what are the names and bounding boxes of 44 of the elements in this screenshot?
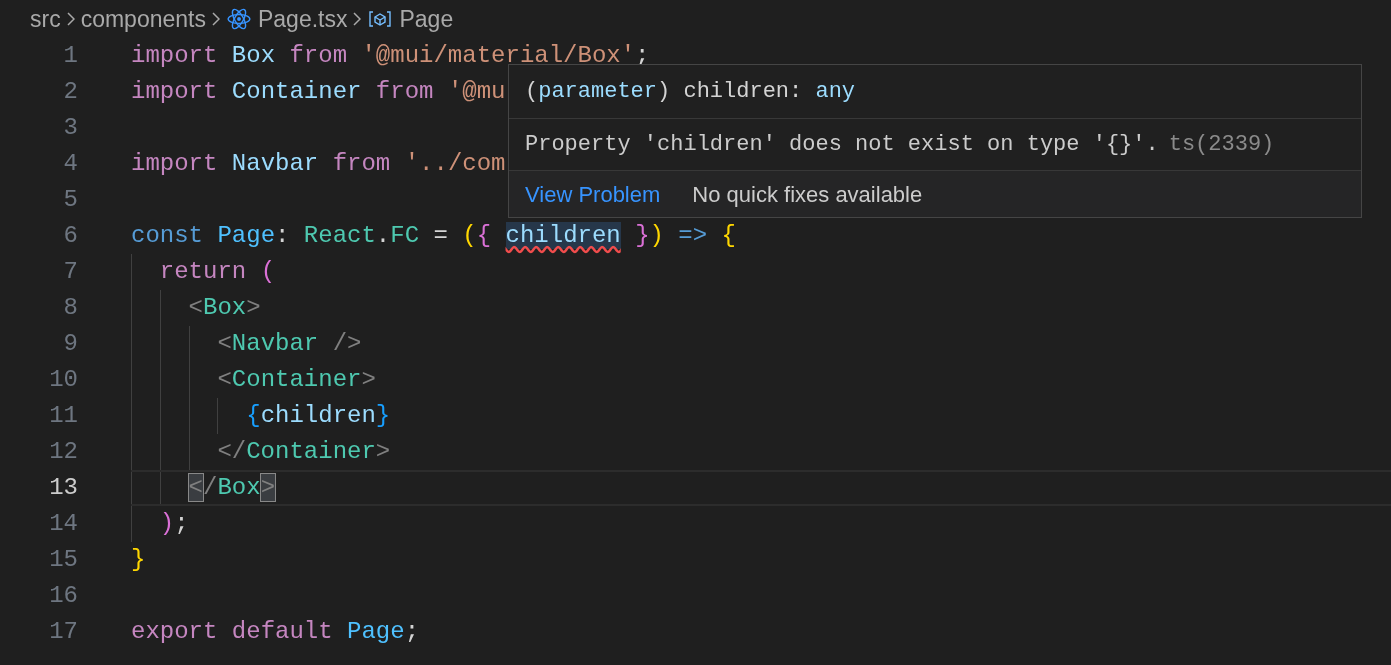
line-number: 3 [62,113,78,143]
code-line: <Container> [216,365,376,395]
type-signature: (parameter) children: any [525,78,856,106]
error-code: ts(2339) [1168,131,1275,159]
code-line: <Box> [187,293,261,323]
line-number: 17 [48,617,78,647]
line-number: 14 [48,509,78,539]
chevron-right-icon [212,12,220,26]
code-line: import Navbar from '../com [131,149,506,179]
quick-fix-note: No quick fixes available [692,180,923,209]
code-line: <Navbar /> [216,329,362,359]
chevron-right-icon [66,12,75,26]
code-line: {children} [245,401,391,431]
line-number: 12 [48,437,78,467]
error-message: Property 'children' does not exist on type '{}'. [525,131,1159,159]
code-line: import Container from '@mu [131,77,506,107]
line-number: 6 [62,221,78,251]
line-number: 13 [48,473,78,503]
line-number: 8 [62,293,78,323]
breadcrumb-item[interactable]: Page [399,1,454,37]
line-number: 11 [48,401,78,431]
code-line: return ( [158,257,276,287]
code-line: </Container> [216,437,391,467]
code-line: </Box> [187,473,276,503]
symbol-variable-icon [367,9,394,29]
view-problem-link[interactable]: View Problem [525,177,661,211]
code-line: } [131,545,146,575]
line-number: 7 [62,257,78,287]
line-number: 16 [48,581,78,611]
line-number: 1 [62,41,78,71]
chevron-right-icon [353,12,362,26]
code-line: const Page: React.FC = ({ children }) => { [131,221,736,251]
line-number: 10 [48,365,78,395]
line-number: 9 [62,329,78,359]
code-line: export default Page; [131,617,420,647]
code-line: ); [158,509,189,539]
breadcrumb-item[interactable]: Page.tsx [258,1,348,37]
line-number: 5 [62,185,78,215]
breadcrumb-item[interactable]: src [30,1,61,37]
breadcrumb-item[interactable]: components [80,1,206,37]
line-number: 15 [48,545,78,575]
line-number: 4 [62,149,78,179]
line-number: 2 [62,77,78,107]
atom-icon [226,6,252,32]
